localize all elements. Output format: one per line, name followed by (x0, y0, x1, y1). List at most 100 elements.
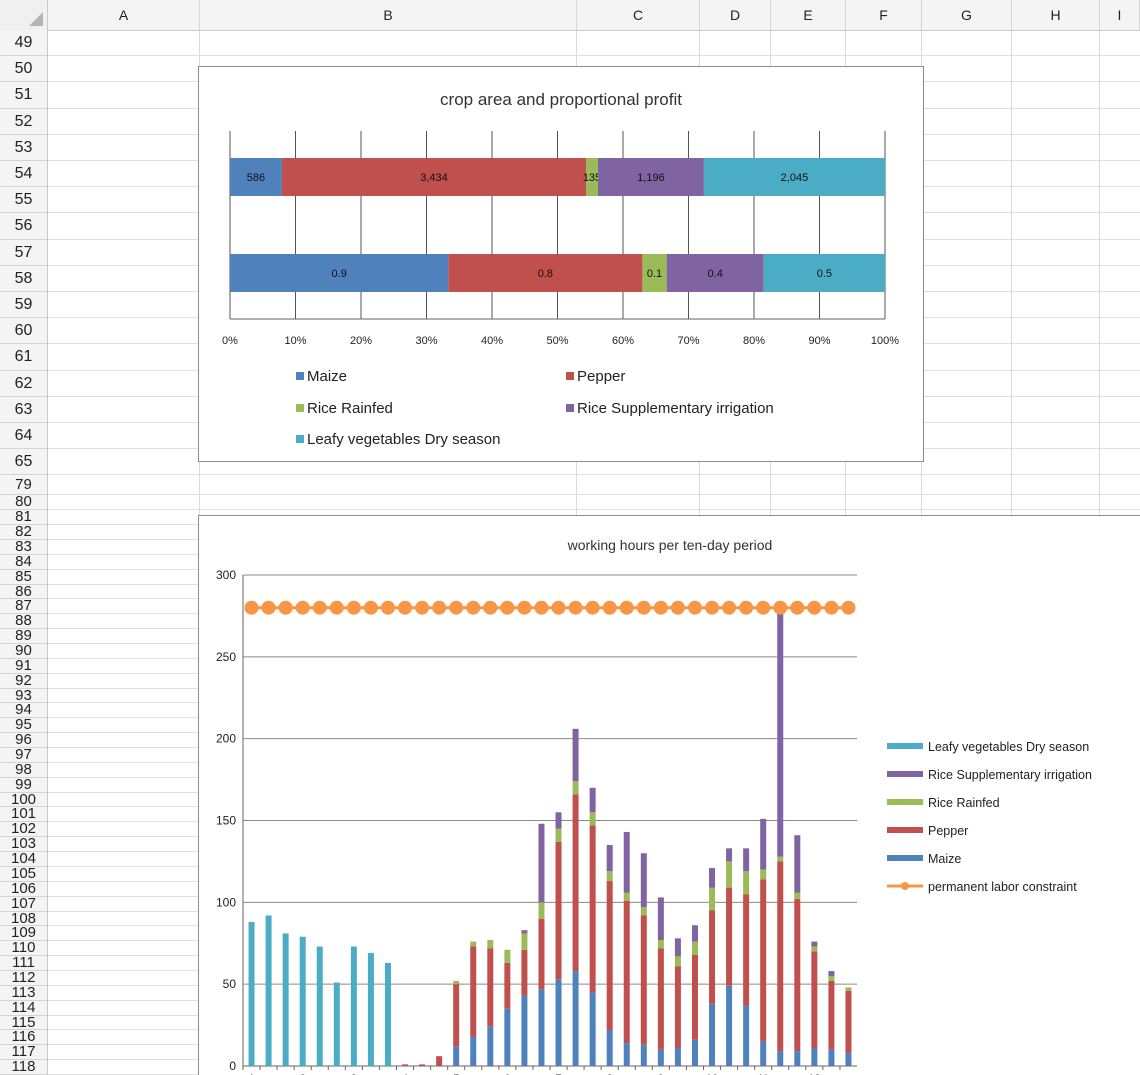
legend-swatch (296, 372, 304, 380)
row-header-62[interactable]: 62 (0, 371, 47, 397)
row-header-91[interactable]: 91 (0, 659, 47, 674)
bar-segment (657, 939, 664, 949)
row-header-52[interactable]: 52 (0, 109, 47, 135)
bar-segment (316, 946, 323, 1066)
column-header-b[interactable]: B (200, 0, 577, 30)
row-header-109[interactable]: 109 (0, 926, 47, 942)
row-header-56[interactable]: 56 (0, 213, 47, 240)
row-header-54[interactable]: 54 (0, 161, 47, 188)
data-label: 0.9 (332, 268, 347, 280)
legend-label: Leafy vegetables Dry season (307, 431, 500, 448)
row-header-85[interactable]: 85 (0, 570, 47, 585)
row-header-50[interactable]: 50 (0, 56, 47, 83)
row-header-117[interactable]: 117 (0, 1045, 47, 1061)
row-header-110[interactable]: 110 (0, 941, 47, 957)
row-header-115[interactable]: 115 (0, 1016, 47, 1031)
column-header-a[interactable]: A (48, 0, 200, 30)
row-header-53[interactable]: 53 (0, 135, 47, 161)
column-header-h[interactable]: H (1012, 0, 1100, 30)
bar-segment (589, 825, 596, 993)
row-header-89[interactable]: 89 (0, 629, 47, 644)
row-header-63[interactable]: 63 (0, 397, 47, 423)
bar-segment (572, 728, 579, 782)
row-header-104[interactable]: 104 (0, 852, 47, 867)
row-header-86[interactable]: 86 (0, 585, 47, 600)
column-header-g[interactable]: G (922, 0, 1012, 30)
row-header-80[interactable]: 80 (0, 495, 47, 511)
row-header-65[interactable]: 65 (0, 449, 47, 476)
bar-segment (845, 1052, 852, 1066)
data-label: 0.5 (817, 268, 832, 280)
row-header-111[interactable]: 111 (0, 956, 47, 971)
row-header-64[interactable]: 64 (0, 423, 47, 450)
row-header-58[interactable]: 58 (0, 266, 47, 292)
row-header-98[interactable]: 98 (0, 763, 47, 778)
row-header-84[interactable]: 84 (0, 555, 47, 570)
chart-title: crop area and proportional profit (440, 90, 682, 109)
row-header-55[interactable]: 55 (0, 187, 47, 214)
column-header-d[interactable]: D (700, 0, 771, 30)
row-header-114[interactable]: 114 (0, 1001, 47, 1016)
working-hours-chart[interactable]: working hours per ten-day period 0 50 100 1… (198, 515, 1140, 1075)
bar-segment (657, 948, 664, 1050)
row-header-112[interactable]: 112 (0, 971, 47, 986)
bar-segment (299, 936, 306, 1066)
row-header-59[interactable]: 59 (0, 292, 47, 319)
row-header-103[interactable]: 103 (0, 837, 47, 853)
row-header-88[interactable]: 88 (0, 614, 47, 630)
legend-swatch (296, 435, 304, 443)
row-header-116[interactable]: 116 (0, 1030, 47, 1046)
row-header-99[interactable]: 99 (0, 778, 47, 793)
bar-segment (743, 894, 750, 1006)
bar-segment (487, 1026, 494, 1066)
bar-segment (572, 781, 579, 795)
column-header-c[interactable]: C (577, 0, 700, 30)
bar-segment (555, 812, 562, 829)
bar-segment (623, 1043, 630, 1066)
row-header-118[interactable]: 118 (0, 1060, 47, 1075)
labor-constraint-marker (295, 600, 310, 615)
crop-area-profit-chart[interactable]: crop area and proportional profit 0% 10% 2… (198, 66, 924, 462)
column-header-e[interactable]: E (771, 0, 846, 30)
labor-constraint-marker (432, 600, 447, 615)
labor-constraint-marker (722, 600, 737, 615)
row-header-92[interactable]: 92 (0, 674, 47, 689)
row-header-61[interactable]: 61 (0, 344, 47, 371)
row-header-108[interactable]: 108 (0, 912, 47, 927)
bar-segment (606, 871, 613, 882)
row-header-81[interactable]: 81 (0, 510, 47, 526)
row-header-107[interactable]: 107 (0, 897, 47, 912)
row-header-97[interactable]: 97 (0, 748, 47, 763)
select-all-corner[interactable] (0, 0, 48, 30)
row-header-79[interactable]: 79 (0, 475, 47, 496)
row-header-95[interactable]: 95 (0, 718, 47, 734)
bar-segment (487, 939, 494, 949)
row-header-87[interactable]: 87 (0, 599, 47, 615)
bar-segment (538, 823, 545, 903)
bar-segment (709, 910, 716, 1004)
row-header-102[interactable]: 102 (0, 822, 47, 838)
row-header-106[interactable]: 106 (0, 882, 47, 897)
row-header-82[interactable]: 82 (0, 525, 47, 540)
row-header-51[interactable]: 51 (0, 82, 47, 109)
x-tick-label: 100% (871, 335, 899, 347)
row-header-60[interactable]: 60 (0, 318, 47, 345)
bar-segment (453, 980, 460, 985)
row-header-83[interactable]: 83 (0, 540, 47, 555)
row-header-57[interactable]: 57 (0, 240, 47, 266)
bar-segment (504, 962, 511, 1009)
row-header-113[interactable]: 113 (0, 986, 47, 1001)
row-header-101[interactable]: 101 (0, 807, 47, 823)
x-tick-label: 40% (481, 335, 503, 347)
row-header-49[interactable]: 49 (0, 30, 47, 57)
row-header-90[interactable]: 90 (0, 644, 47, 659)
row-header-100[interactable]: 100 (0, 793, 47, 808)
row-header-94[interactable]: 94 (0, 703, 47, 719)
bar-segment (760, 1041, 767, 1066)
column-header-i[interactable]: I (1100, 0, 1140, 30)
labor-constraint-marker (500, 600, 515, 615)
row-header-105[interactable]: 105 (0, 867, 47, 882)
row-header-93[interactable]: 93 (0, 689, 47, 704)
column-header-f[interactable]: F (846, 0, 922, 30)
row-header-96[interactable]: 96 (0, 733, 47, 749)
